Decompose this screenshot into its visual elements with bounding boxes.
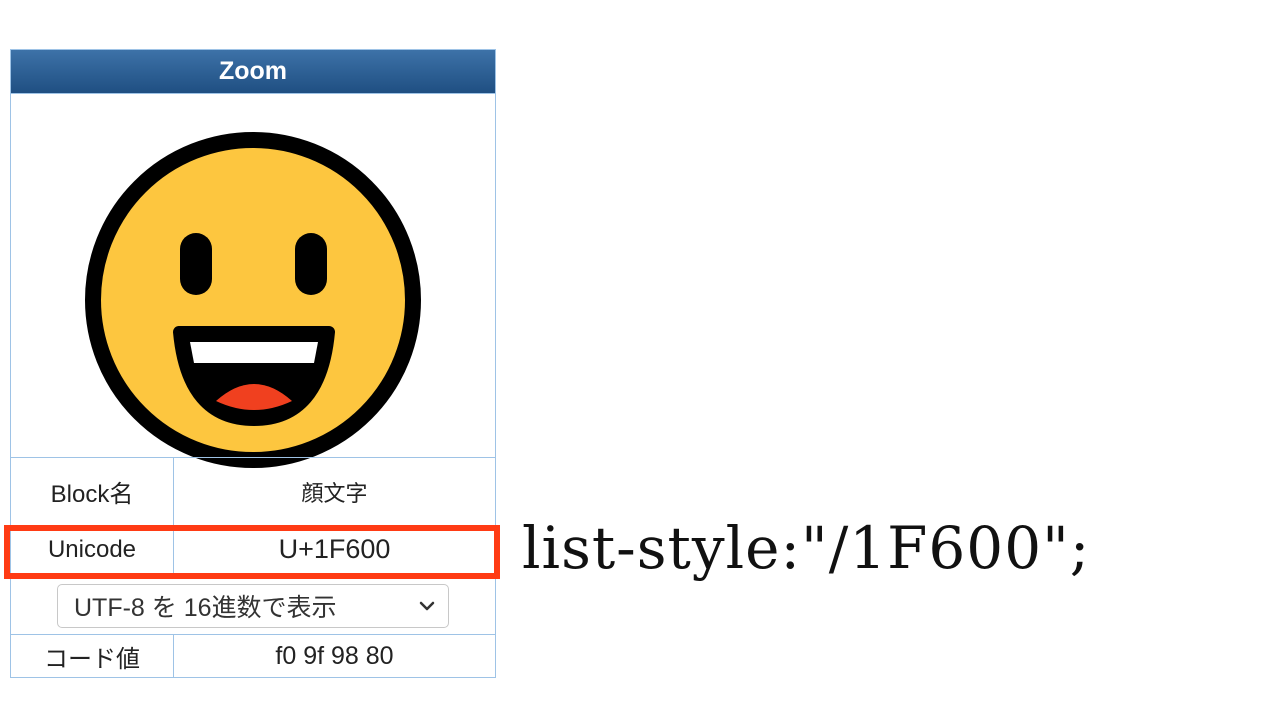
block-row: Block名 顔文字	[11, 457, 495, 525]
unicode-row: Unicode U+1F600	[11, 525, 495, 573]
right-eye	[295, 233, 327, 295]
zoom-panel: Zoom Block名 顔文字 Unicode U+1F600 UTF-8 を …	[10, 49, 496, 678]
chevron-down-icon	[419, 601, 435, 611]
unicode-label: Unicode	[11, 526, 174, 573]
encoding-select[interactable]: UTF-8 を 16進数で表示	[57, 584, 449, 628]
encoding-select-value: UTF-8 を 16進数で表示	[74, 594, 337, 622]
code-value: f0 9f 98 80	[275, 641, 394, 670]
code-label: コード値	[11, 635, 174, 677]
code-row: コード値 f0 9f 98 80	[11, 634, 495, 677]
encoding-row: UTF-8 を 16進数で表示	[11, 573, 495, 634]
left-eye	[180, 233, 212, 295]
block-label: Block名	[11, 458, 174, 525]
teeth	[190, 342, 318, 363]
unicode-value: U+1F600	[278, 534, 391, 564]
grinning-face-icon	[85, 132, 421, 468]
emoji-preview	[11, 94, 495, 468]
css-snippet-text: list-style:"/1F600";	[522, 514, 1091, 582]
panel-title: Zoom	[11, 50, 495, 94]
block-value: 顔文字	[301, 480, 368, 506]
